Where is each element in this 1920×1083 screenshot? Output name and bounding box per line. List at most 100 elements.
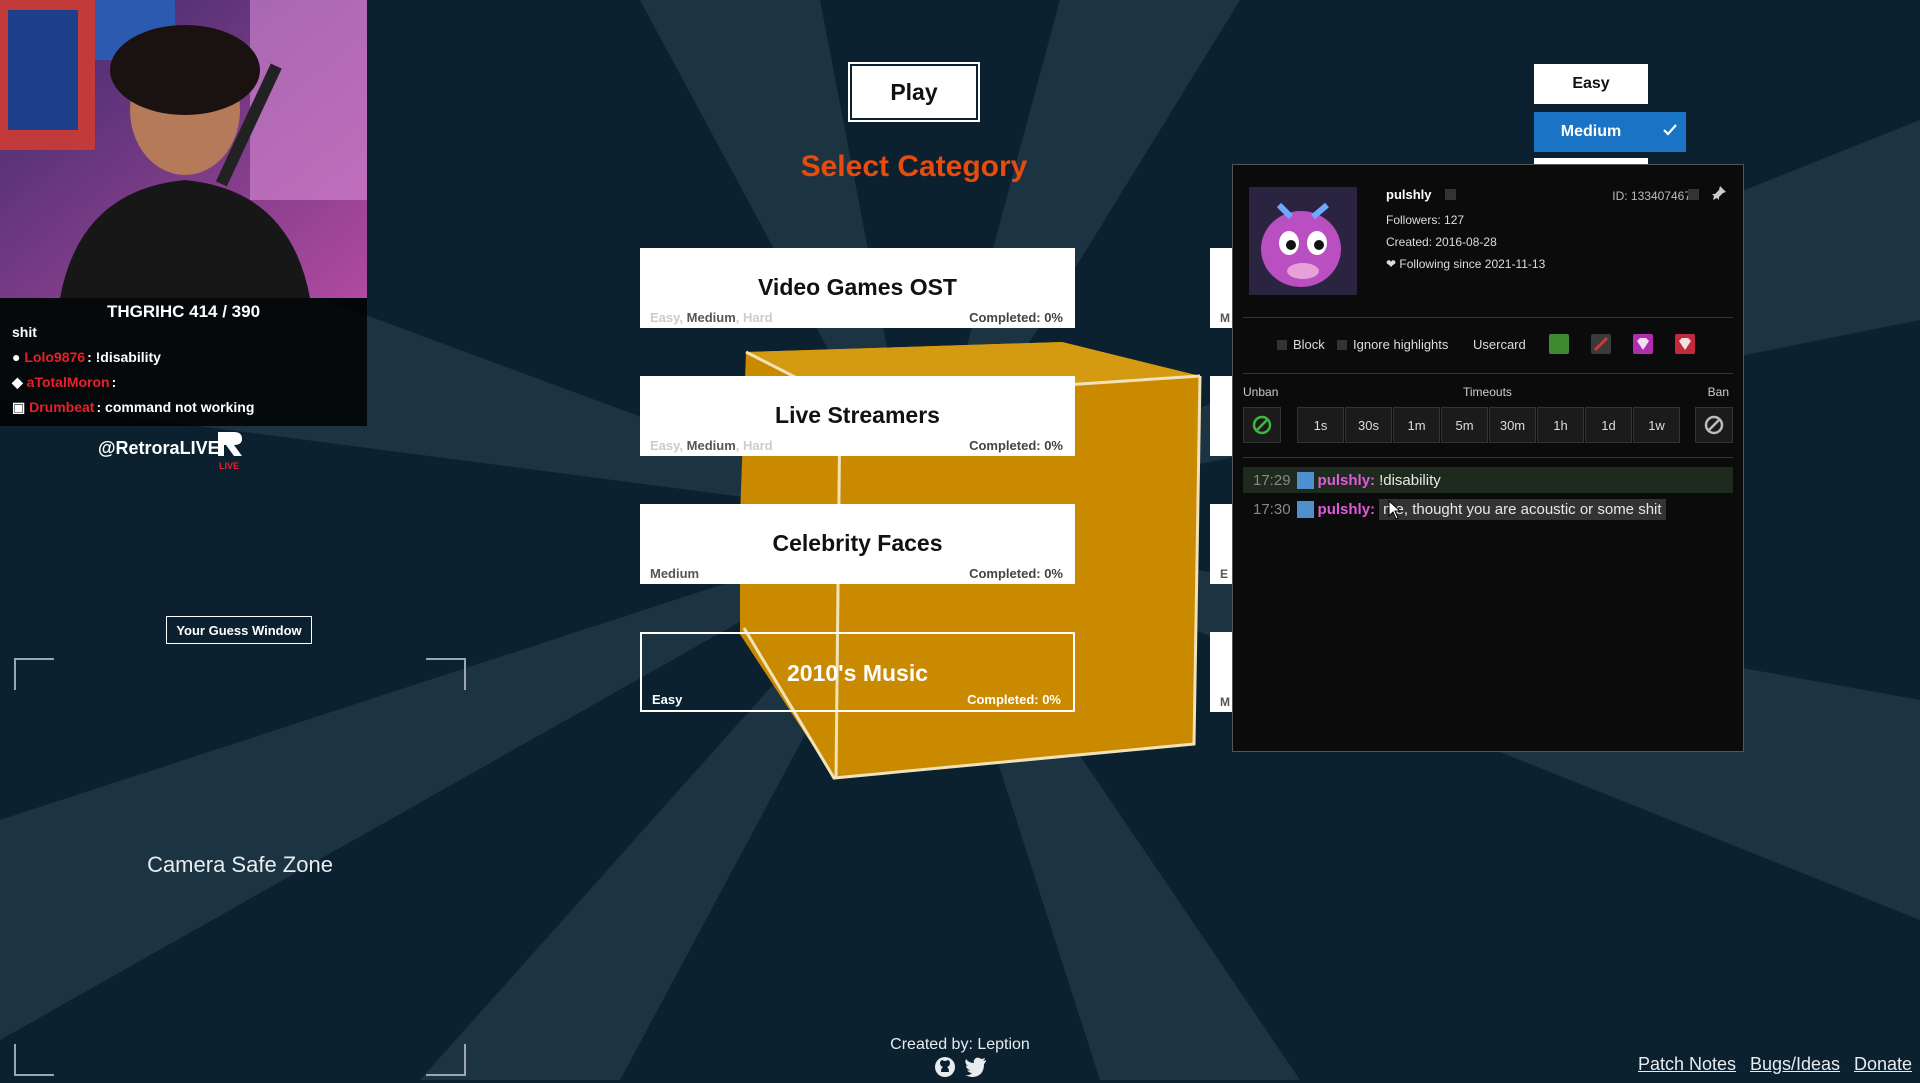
timeout-1d-button[interactable]: 1d <box>1585 407 1632 443</box>
select-category-title: Select Category <box>800 150 1028 183</box>
safe-zone-corner <box>14 658 54 690</box>
timeout-30m-button[interactable]: 30m <box>1489 407 1536 443</box>
play-button[interactable]: Play <box>850 64 978 120</box>
checkbox-icon <box>1277 339 1287 350</box>
timeout-1s-button[interactable]: 1s <box>1297 407 1344 443</box>
streamer-handle: @RetroraLIVE <box>98 438 220 458</box>
created-by-label: Created by: Leption <box>890 1036 1030 1053</box>
category-card-live-streamers[interactable]: Live Streamers Easy, Medium, Hard Comple… <box>640 376 1075 456</box>
unban-label: Unban <box>1243 385 1279 399</box>
user-avatar <box>1249 187 1357 295</box>
difficulty-easy-button[interactable]: Easy <box>1534 64 1648 104</box>
usercard-popup: pulshly ID: 133407467 Followers: 127 Cre… <box>1232 164 1744 752</box>
block-checkbox[interactable]: Block <box>1277 337 1325 352</box>
unmod-sword-icon[interactable] <box>1591 334 1611 354</box>
chat-message: 17:30 pulshly: me, thought you are acous… <box>1243 496 1733 522</box>
category-title: Live Streamers <box>775 402 940 428</box>
difficulty-medium-button[interactable]: Medium <box>1534 112 1686 152</box>
category-difficulties: Easy <box>652 692 683 707</box>
category-card-celebrity-faces[interactable]: Celebrity Faces Medium Completed: 0% <box>640 504 1075 584</box>
timeout-30s-button[interactable]: 30s <box>1345 407 1392 443</box>
category-completed: Completed: 0% <box>969 438 1063 453</box>
usercard-followers: Followers: 127 <box>1386 213 1465 227</box>
guess-window-button[interactable]: Your Guess Window <box>166 616 312 644</box>
usercard-id: ID: 133407467 <box>1612 189 1691 203</box>
message-user[interactable]: pulshly: <box>1318 501 1376 518</box>
message-user[interactable]: pulshly: <box>1318 472 1376 489</box>
safe-zone-corner <box>426 1044 466 1076</box>
category-difficulties: Medium <box>650 566 700 581</box>
copy-id-icon[interactable] <box>1688 189 1699 200</box>
mouse-cursor-icon <box>1388 500 1402 520</box>
category-completed: Completed: 0% <box>969 310 1063 325</box>
divider <box>1243 373 1733 374</box>
github-icon[interactable] <box>934 1056 956 1083</box>
ban-icon <box>1704 415 1724 435</box>
ban-label: Ban <box>1707 385 1729 399</box>
timeout-1w-button[interactable]: 1w <box>1633 407 1680 443</box>
category-difficulties: Easy, Medium, Hard <box>650 310 773 325</box>
timeout-1m-button[interactable]: 1m <box>1393 407 1440 443</box>
divider <box>1243 457 1733 458</box>
unban-button[interactable] <box>1243 407 1281 443</box>
ignore-highlights-label: Ignore highlights <box>1353 337 1449 352</box>
twitter-icon[interactable] <box>964 1056 988 1083</box>
message-text: !disability <box>1379 471 1441 489</box>
logo-live-label: LIVE <box>218 461 239 471</box>
category-card-partial[interactable]: M <box>1210 632 1234 712</box>
block-label: Block <box>1293 337 1325 352</box>
safe-zone-corner <box>426 658 466 690</box>
vip-diamond-icon[interactable] <box>1633 334 1653 354</box>
badge-icon <box>1296 500 1314 518</box>
ignore-highlights-checkbox[interactable]: Ignore highlights <box>1337 337 1448 352</box>
checkmark-icon <box>1662 122 1678 143</box>
message-time: 17:30 <box>1253 500 1291 518</box>
chat-message: 17:29 pulshly: !disability <box>1243 467 1733 493</box>
badge-icon <box>1296 471 1314 489</box>
patch-notes-link[interactable]: Patch Notes <box>1638 1054 1736 1075</box>
donate-link[interactable]: Donate <box>1854 1054 1912 1075</box>
message-time: 17:29 <box>1253 471 1291 489</box>
category-card-video-games-ost[interactable]: Video Games OST Easy, Medium, Hard Compl… <box>640 248 1075 328</box>
timeout-1h-button[interactable]: 1h <box>1537 407 1584 443</box>
difficulty-medium-label: Medium <box>1560 123 1622 140</box>
retrora-logo: LIVE <box>214 430 244 471</box>
pin-icon[interactable] <box>1711 185 1727 206</box>
category-card-2010s-music[interactable]: 2010's Music Easy Completed: 0% <box>640 632 1075 712</box>
social-links <box>934 1056 988 1083</box>
score-display: THGRIHC 414 / 390 <box>106 302 261 321</box>
vip-wand-icon[interactable] <box>1549 334 1569 354</box>
unban-icon <box>1252 415 1272 435</box>
copy-username-icon[interactable] <box>1445 189 1456 200</box>
timeouts-label: Timeouts <box>1463 385 1512 399</box>
bugs-ideas-link[interactable]: Bugs/Ideas <box>1750 1054 1840 1075</box>
divider <box>1243 317 1733 318</box>
usercard-following: ❤ Following since 2021-11-13 <box>1386 257 1546 271</box>
chat-line: ▣ Drumbeat: command not working <box>12 399 255 415</box>
chat-line: shit <box>12 324 37 340</box>
message-text: me, thought you are acoustic or some shi… <box>1379 498 1666 520</box>
usercard-created: Created: 2016-08-28 <box>1386 235 1497 249</box>
category-title: 2010's Music <box>787 660 928 686</box>
category-difficulties: Easy, Medium, Hard <box>650 438 773 453</box>
category-completed: Completed: 0% <box>969 566 1063 581</box>
chat-line: ◆ aTotalMoron: <box>12 374 117 390</box>
usercard-username: pulshly <box>1386 187 1432 202</box>
timeout-5m-button[interactable]: 5m <box>1441 407 1488 443</box>
category-card-partial[interactable]: M <box>1210 248 1234 328</box>
chat-line: ● Lolo9876: !disability <box>12 349 161 365</box>
heart-icon: ❤ <box>1386 257 1397 271</box>
safe-zone-corner <box>14 1044 54 1076</box>
checkbox-icon <box>1337 339 1347 350</box>
camera-safe-zone-label: Camera Safe Zone <box>147 852 333 877</box>
unvip-diamond-icon[interactable] <box>1675 334 1695 354</box>
category-card-partial[interactable]: E <box>1210 504 1234 584</box>
ban-button[interactable] <box>1695 407 1733 443</box>
category-card-partial[interactable] <box>1210 376 1234 456</box>
usercard-link[interactable]: Usercard <box>1473 337 1526 352</box>
webcam-feed <box>0 0 367 298</box>
usercard-label: Usercard <box>1473 337 1526 352</box>
category-completed: Completed: 0% <box>967 692 1061 707</box>
category-title: Video Games OST <box>758 274 957 300</box>
category-title: Celebrity Faces <box>772 530 943 556</box>
